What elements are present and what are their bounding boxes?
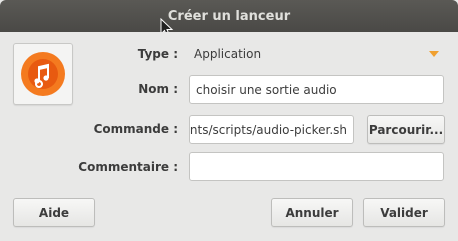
dropdown-arrow-icon[interactable] xyxy=(429,51,439,57)
cancel-button[interactable]: Annuler xyxy=(271,198,353,227)
type-label: Type : xyxy=(137,47,178,61)
window-title: Créer un lanceur xyxy=(167,8,291,24)
type-dropdown-value[interactable]: Application xyxy=(194,47,261,61)
command-field-text: ents/scripts/audio-picker.sh xyxy=(189,122,347,137)
help-button[interactable]: Aide xyxy=(13,198,95,227)
name-field-text: choisir une sortie audio xyxy=(196,82,337,97)
name-field[interactable]: choisir une sortie audio xyxy=(189,75,444,104)
window-titlebar[interactable]: Créer un lanceur xyxy=(0,0,458,32)
comment-label: Commentaire : xyxy=(78,160,178,174)
command-label: Commande : xyxy=(93,122,178,136)
command-field[interactable]: ents/scripts/audio-picker.sh xyxy=(189,115,354,144)
ok-button[interactable]: Valider xyxy=(363,198,445,227)
comment-field[interactable] xyxy=(189,152,444,181)
name-label: Nom : xyxy=(138,82,178,96)
browse-button[interactable]: Parcourir... xyxy=(367,115,445,144)
